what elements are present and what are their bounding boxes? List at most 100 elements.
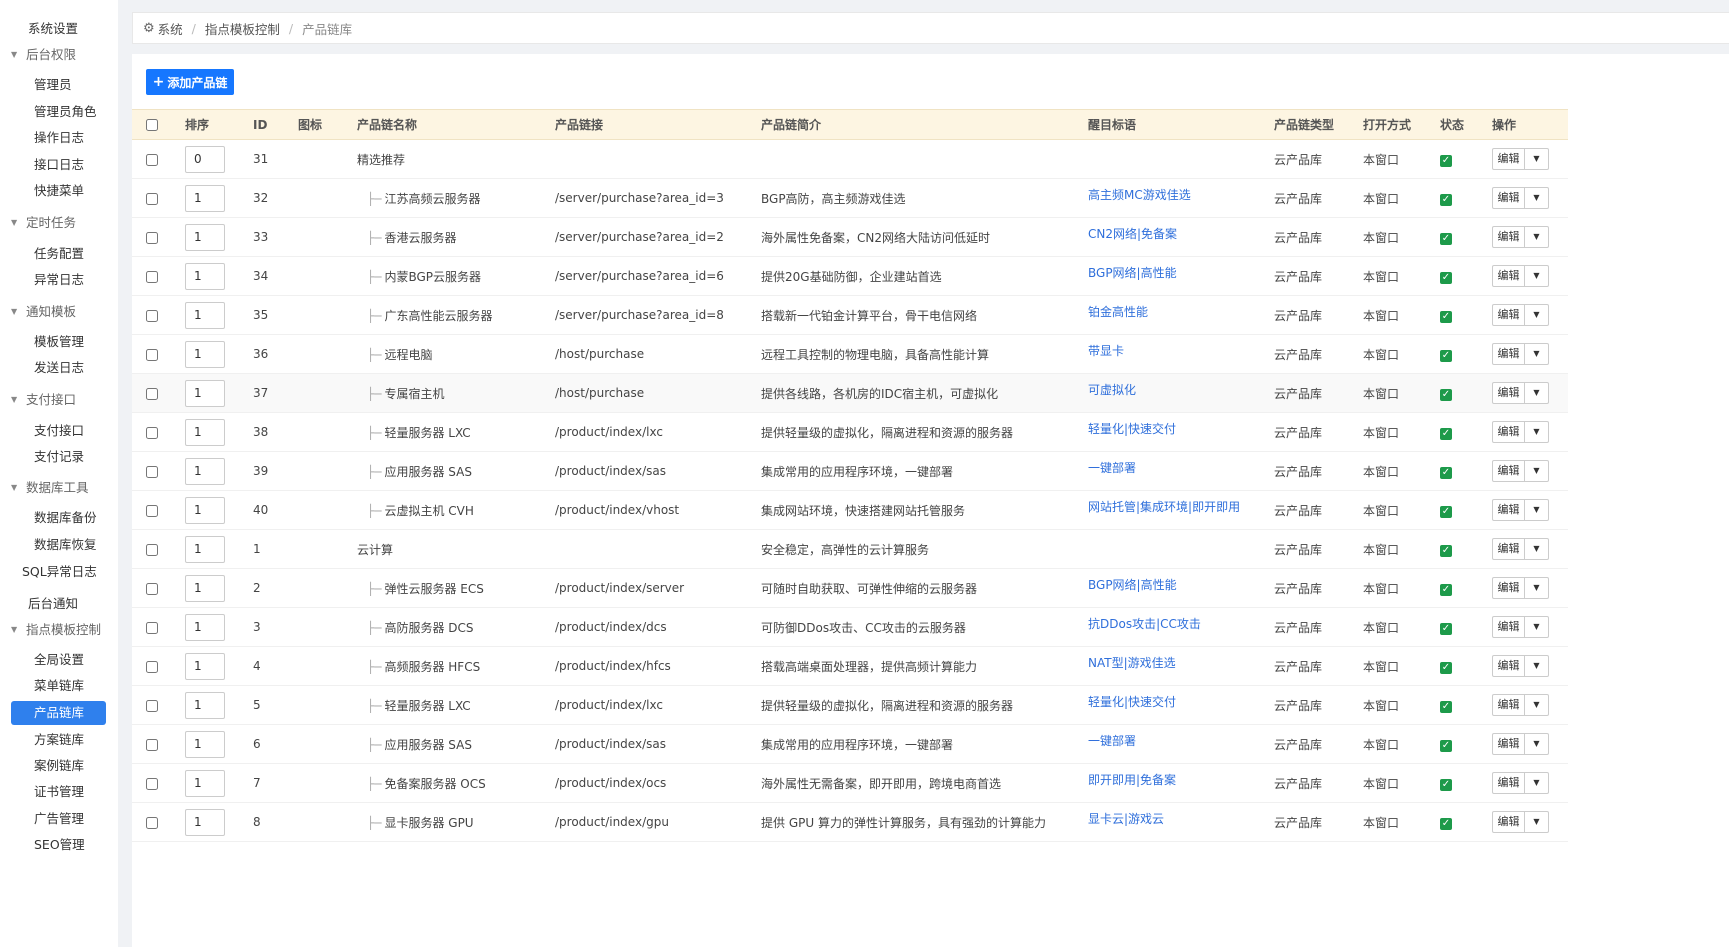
sidebar-item[interactable]: 支付记录 [0, 445, 118, 469]
sidebar-group[interactable]: ▼ 定时任务 [0, 211, 118, 235]
sidebar-item[interactable]: 数据库备份 [0, 506, 118, 530]
edit-button[interactable]: 编辑 [1492, 499, 1525, 521]
sort-input[interactable] [185, 301, 225, 329]
sidebar-item[interactable]: 管理员角色 [0, 100, 118, 124]
sidebar-item[interactable]: 接口日志 [0, 153, 118, 177]
sidebar-item[interactable]: 异常日志 [0, 268, 118, 292]
chevron-down-icon[interactable]: ▼ [1525, 811, 1549, 833]
edit-button[interactable]: 编辑 [1492, 811, 1525, 833]
chevron-down-icon[interactable]: ▼ [1525, 382, 1549, 404]
chevron-down-icon[interactable]: ▼ [1525, 733, 1549, 755]
add-product-chain-button[interactable]: + 添加产品链 [146, 69, 234, 95]
sort-input[interactable] [185, 145, 225, 173]
status-check-icon[interactable]: ✓ [1440, 271, 1452, 284]
edit-button[interactable]: 编辑 [1492, 460, 1525, 482]
status-check-icon[interactable]: ✓ [1440, 739, 1452, 752]
row-checkbox[interactable] [146, 699, 158, 712]
edit-button[interactable]: 编辑 [1492, 148, 1525, 170]
sidebar-item[interactable]: 全局设置 [0, 648, 118, 672]
sort-input[interactable] [185, 730, 225, 758]
sidebar-item[interactable]: SEO管理 [0, 833, 118, 857]
row-checkbox[interactable] [146, 426, 158, 439]
chevron-down-icon[interactable]: ▼ [1525, 499, 1549, 521]
edit-button[interactable]: 编辑 [1492, 382, 1525, 404]
chevron-down-icon[interactable]: ▼ [1525, 148, 1549, 170]
sort-input[interactable] [185, 184, 225, 212]
sidebar-item[interactable]: 方案链库 [0, 728, 118, 752]
sidebar-item[interactable]: SQL异常日志 [0, 560, 118, 584]
sidebar-group[interactable]: ▼ 指点模板控制 [0, 618, 118, 642]
sidebar-item[interactable]: 证书管理 [0, 780, 118, 804]
sidebar-item[interactable]: 任务配置 [0, 242, 118, 266]
row-checkbox[interactable] [146, 465, 158, 478]
sort-input[interactable] [185, 379, 225, 407]
row-checkbox[interactable] [146, 192, 158, 205]
edit-button[interactable]: 编辑 [1492, 577, 1525, 599]
chevron-down-icon[interactable]: ▼ [1525, 538, 1549, 560]
breadcrumb-home[interactable]: 系统 [158, 19, 183, 38]
chevron-down-icon[interactable]: ▼ [1525, 655, 1549, 677]
status-check-icon[interactable]: ✓ [1440, 505, 1452, 518]
edit-button[interactable]: 编辑 [1492, 772, 1525, 794]
status-check-icon[interactable]: ✓ [1440, 661, 1452, 674]
edit-button[interactable]: 编辑 [1492, 616, 1525, 638]
row-checkbox[interactable] [146, 582, 158, 595]
row-checkbox[interactable] [146, 777, 158, 790]
row-checkbox[interactable] [146, 348, 158, 361]
sidebar-item[interactable]: 快捷菜单 [0, 179, 118, 203]
select-all-checkbox[interactable] [146, 119, 158, 131]
row-checkbox[interactable] [146, 270, 158, 283]
row-checkbox[interactable] [146, 816, 158, 829]
sort-input[interactable] [185, 457, 225, 485]
sort-input[interactable] [185, 535, 225, 563]
sort-input[interactable] [185, 808, 225, 836]
sidebar-item[interactable]: 支付接口 [0, 419, 118, 443]
edit-button[interactable]: 编辑 [1492, 265, 1525, 287]
row-checkbox[interactable] [146, 153, 158, 166]
breadcrumb-parent[interactable]: 指点模板控制 [205, 19, 280, 38]
row-checkbox[interactable] [146, 309, 158, 322]
chevron-down-icon[interactable]: ▼ [1525, 304, 1549, 326]
edit-button[interactable]: 编辑 [1492, 655, 1525, 677]
status-check-icon[interactable]: ✓ [1440, 622, 1452, 635]
edit-button[interactable]: 编辑 [1492, 538, 1525, 560]
edit-button[interactable]: 编辑 [1492, 343, 1525, 365]
sidebar-item-backend-notice[interactable]: 后台通知 [0, 592, 118, 616]
chevron-down-icon[interactable]: ▼ [1525, 421, 1549, 443]
sort-input[interactable] [185, 496, 225, 524]
status-check-icon[interactable]: ✓ [1440, 544, 1452, 557]
status-check-icon[interactable]: ✓ [1440, 700, 1452, 713]
sort-input[interactable] [185, 769, 225, 797]
row-checkbox[interactable] [146, 231, 158, 244]
status-check-icon[interactable]: ✓ [1440, 466, 1452, 479]
status-check-icon[interactable]: ✓ [1440, 154, 1452, 167]
sort-input[interactable] [185, 613, 225, 641]
chevron-down-icon[interactable]: ▼ [1525, 460, 1549, 482]
sort-input[interactable] [185, 223, 225, 251]
edit-button[interactable]: 编辑 [1492, 226, 1525, 248]
sort-input[interactable] [185, 652, 225, 680]
sidebar-item[interactable]: 模板管理 [0, 330, 118, 354]
status-check-icon[interactable]: ✓ [1440, 583, 1452, 596]
sidebar-item-system-settings[interactable]: 系统设置 [0, 17, 118, 41]
sidebar-group[interactable]: ▼ 通知模板 [0, 300, 118, 324]
sidebar-item[interactable]: 案例链库 [0, 754, 118, 778]
chevron-down-icon[interactable]: ▼ [1525, 772, 1549, 794]
row-checkbox[interactable] [146, 660, 158, 673]
sidebar-item[interactable]: 发送日志 [0, 356, 118, 380]
row-checkbox[interactable] [146, 387, 158, 400]
edit-button[interactable]: 编辑 [1492, 304, 1525, 326]
sidebar-item[interactable]: 产品链库 [11, 701, 106, 725]
chevron-down-icon[interactable]: ▼ [1525, 616, 1549, 638]
chevron-down-icon[interactable]: ▼ [1525, 226, 1549, 248]
sidebar-item[interactable]: 广告管理 [0, 807, 118, 831]
sort-input[interactable] [185, 574, 225, 602]
sidebar-group[interactable]: ▼ 支付接口 [0, 388, 118, 412]
chevron-down-icon[interactable]: ▼ [1525, 343, 1549, 365]
sort-input[interactable] [185, 691, 225, 719]
chevron-down-icon[interactable]: ▼ [1525, 577, 1549, 599]
row-checkbox[interactable] [146, 738, 158, 751]
sidebar-group[interactable]: ▼ 后台权限 [0, 43, 118, 67]
status-check-icon[interactable]: ✓ [1440, 817, 1452, 830]
status-check-icon[interactable]: ✓ [1440, 193, 1452, 206]
